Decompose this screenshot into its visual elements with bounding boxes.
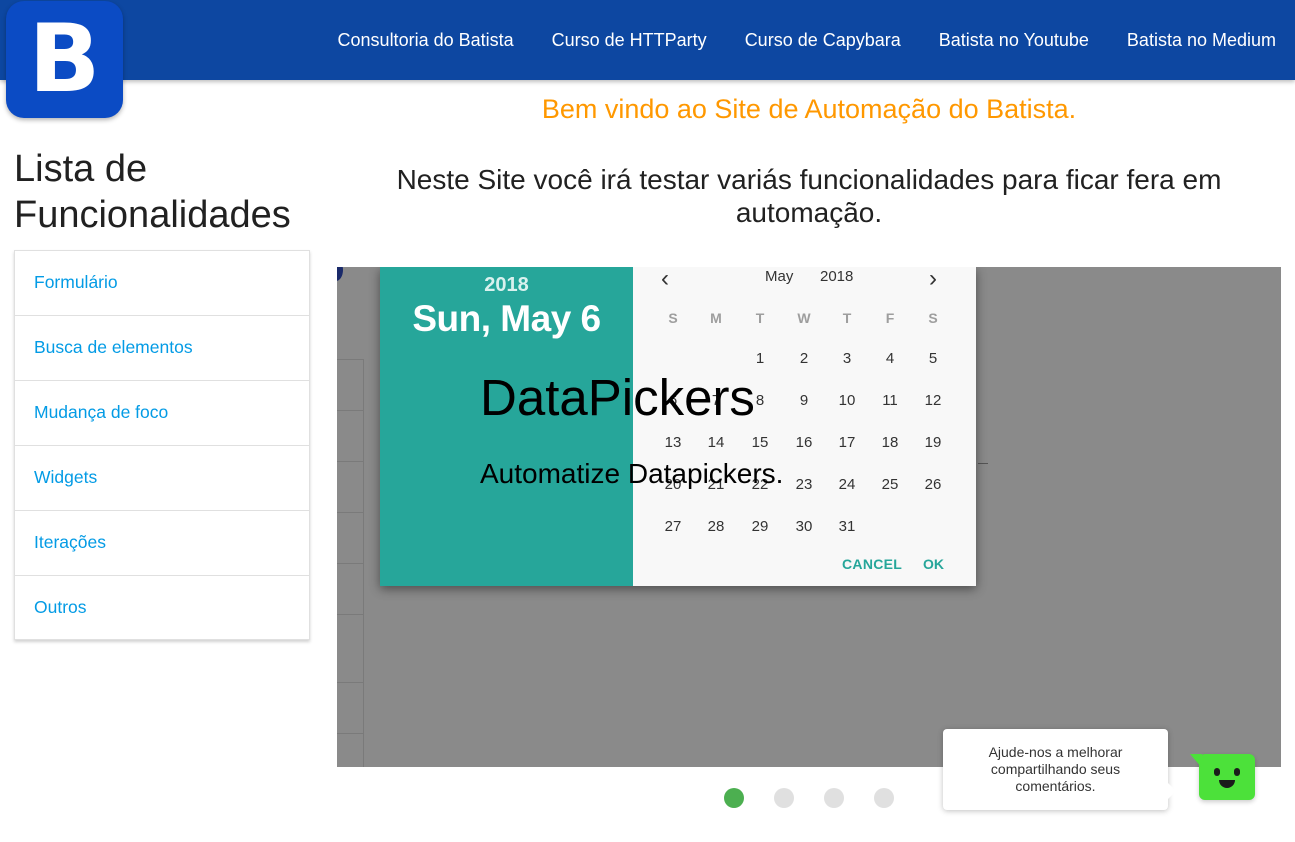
nav-link-httparty[interactable]: Curso de HTTParty bbox=[533, 30, 726, 51]
datepicker-weekday: W bbox=[797, 310, 811, 326]
datepicker-weekday: T bbox=[842, 310, 852, 326]
background-line bbox=[337, 512, 363, 513]
feedback-bubble[interactable]: Ajude-nos a melhorar compartilhando seus… bbox=[943, 729, 1176, 810]
page-subtitle: Neste Site você irá testar variás funcio… bbox=[396, 164, 1222, 228]
slide-caption: DataPickers Automatize Datapickers. bbox=[480, 369, 783, 491]
bot-eye bbox=[1214, 768, 1220, 776]
bot-mouth bbox=[1219, 780, 1235, 788]
datepicker-weekday: S bbox=[928, 310, 938, 326]
nav-link-medium[interactable]: Batista no Medium bbox=[1108, 30, 1286, 51]
feature-item-formulario[interactable]: Formulário bbox=[15, 251, 309, 316]
datepicker-day[interactable]: 16 bbox=[789, 434, 819, 451]
carousel-indicator-dot[interactable] bbox=[824, 788, 844, 808]
background-divider bbox=[363, 359, 364, 767]
top-navbar: Consultoria do Batista Curso de HTTParty… bbox=[0, 0, 1295, 80]
datepicker-day[interactable]: 31 bbox=[832, 518, 862, 535]
feature-list: Formulário Busca de elementos Mudança de… bbox=[14, 250, 310, 640]
carousel-slide[interactable]: 2018 Sun, May 6 ‹ May 2018 › CANCEL OK S… bbox=[337, 267, 1281, 767]
carousel-indicator-dot[interactable] bbox=[724, 788, 744, 808]
datepicker-day[interactable]: 11 bbox=[875, 392, 905, 409]
datepicker-day[interactable]: 4 bbox=[875, 350, 905, 367]
datepicker-weekday: F bbox=[885, 310, 895, 326]
background-line bbox=[337, 614, 363, 615]
feature-item-widgets[interactable]: Widgets bbox=[15, 446, 309, 511]
chevron-right-icon[interactable]: › bbox=[929, 267, 937, 293]
carousel-indicator-dot[interactable] bbox=[874, 788, 894, 808]
datepicker-ok-button[interactable]: OK bbox=[923, 556, 944, 572]
background-line bbox=[337, 359, 363, 360]
background-line bbox=[337, 682, 363, 683]
datepicker-day[interactable]: 3 bbox=[832, 350, 862, 367]
nav-link-youtube[interactable]: Batista no Youtube bbox=[920, 30, 1108, 51]
feature-item-mudanca-de-foco[interactable]: Mudança de foco bbox=[15, 381, 309, 446]
datepicker-weekday: S bbox=[668, 310, 678, 326]
datepicker-day[interactable]: 10 bbox=[832, 392, 862, 409]
nav-link-consultoria[interactable]: Consultoria do Batista bbox=[319, 30, 533, 51]
chevron-left-icon[interactable]: ‹ bbox=[661, 267, 669, 293]
background-corner bbox=[337, 267, 343, 281]
feedback-bot-button[interactable] bbox=[1190, 754, 1255, 800]
feature-item-outros[interactable]: Outros bbox=[15, 576, 309, 639]
datepicker-day[interactable]: 19 bbox=[918, 434, 948, 451]
datepicker-header-year: 2018 bbox=[484, 274, 529, 296]
datepicker-header-date: Sun, May 6 bbox=[412, 298, 601, 339]
feedback-text-line: Ajude-nos a melhorar bbox=[988, 744, 1123, 760]
datepicker-day[interactable]: 12 bbox=[918, 392, 948, 409]
datepicker-month: May bbox=[765, 268, 794, 285]
datepicker-day[interactable]: 1 bbox=[745, 350, 775, 367]
feedback-text-line: comentários. bbox=[1015, 778, 1096, 794]
datepicker-day[interactable]: 5 bbox=[918, 350, 948, 367]
datepicker-day[interactable]: 28 bbox=[701, 518, 731, 535]
feature-item-busca-de-elementos[interactable]: Busca de elementos bbox=[15, 316, 309, 381]
background-line bbox=[978, 463, 988, 464]
slide-subtitle: Automatize Datapickers. bbox=[480, 458, 784, 489]
welcome-heading: Bem vindo ao Site de Automação do Batist… bbox=[541, 94, 1077, 124]
datepicker-day[interactable]: 23 bbox=[789, 476, 819, 493]
slide-title: DataPickers bbox=[480, 369, 755, 426]
datepicker-day[interactable]: 27 bbox=[658, 518, 688, 535]
datepicker-cancel-button[interactable]: CANCEL bbox=[842, 556, 902, 572]
carousel-indicators bbox=[724, 788, 924, 808]
background-line bbox=[337, 733, 363, 734]
logo-letter: B bbox=[28, 5, 101, 114]
background-line bbox=[337, 563, 363, 564]
datepicker-day[interactable]: 18 bbox=[875, 434, 905, 451]
datepicker-day[interactable]: 26 bbox=[918, 476, 948, 493]
sidebar-title: Lista de Funcionalidades bbox=[14, 148, 291, 236]
nav-link-capybara[interactable]: Curso de Capybara bbox=[726, 30, 920, 51]
bot-eye bbox=[1234, 768, 1240, 776]
datepicker-year: 2018 bbox=[820, 268, 854, 285]
datepicker-day[interactable]: 24 bbox=[832, 476, 862, 493]
feedback-text-line: compartilhando seus bbox=[990, 761, 1121, 777]
datepicker-day[interactable]: 30 bbox=[789, 518, 819, 535]
datepicker-weekday: T bbox=[755, 310, 765, 326]
background-line bbox=[337, 410, 363, 411]
datepicker-day[interactable]: 25 bbox=[875, 476, 905, 493]
background-table bbox=[337, 267, 365, 767]
datepicker-day[interactable]: 17 bbox=[832, 434, 862, 451]
datepicker-day[interactable]: 9 bbox=[789, 392, 819, 409]
datepicker-day[interactable]: 2 bbox=[789, 350, 819, 367]
background-line bbox=[337, 461, 363, 462]
feature-item-iteracoes[interactable]: Iterações bbox=[15, 511, 309, 576]
logo[interactable]: B bbox=[6, 1, 123, 118]
datepicker-weekday: M bbox=[710, 310, 722, 326]
carousel-indicator-dot[interactable] bbox=[774, 788, 794, 808]
datepicker-day[interactable]: 29 bbox=[745, 518, 775, 535]
bot-tail bbox=[1190, 754, 1202, 768]
nav-links: Consultoria do Batista Curso de HTTParty… bbox=[319, 0, 1286, 80]
